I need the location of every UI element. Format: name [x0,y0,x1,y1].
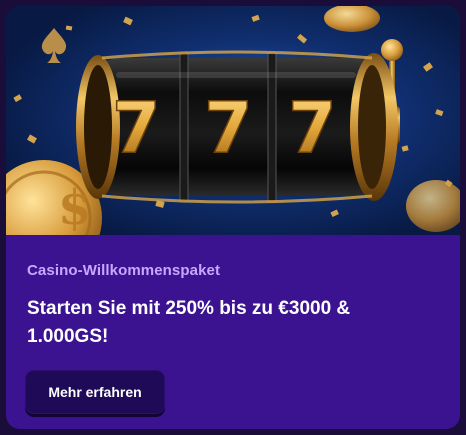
reel-symbol-1: 7 [112,87,161,169]
slot-machine-icon: 7 7 7 [76,39,403,204]
promo-content: Casino-Willkommenspaket Starten Sie mit … [6,235,460,429]
promo-card[interactable]: $ 7 7 7 Casino-Willkommenspaket Starten … [6,6,460,429]
reel-symbol-2: 7 [204,87,253,169]
reel-symbol-3: 7 [288,87,337,169]
promo-headline: Starten Sie mit 250% bis zu €3000 & 1.00… [27,298,351,347]
promo-hero-image: $ 7 7 7 [6,6,460,235]
learn-more-button[interactable]: Mehr erfahren [25,370,165,414]
slot-machine-illustration: $ 7 7 7 [6,6,460,235]
promo-subtitle: Casino-Willkommenspaket [27,262,221,279]
svg-text:$: $ [58,180,91,235]
